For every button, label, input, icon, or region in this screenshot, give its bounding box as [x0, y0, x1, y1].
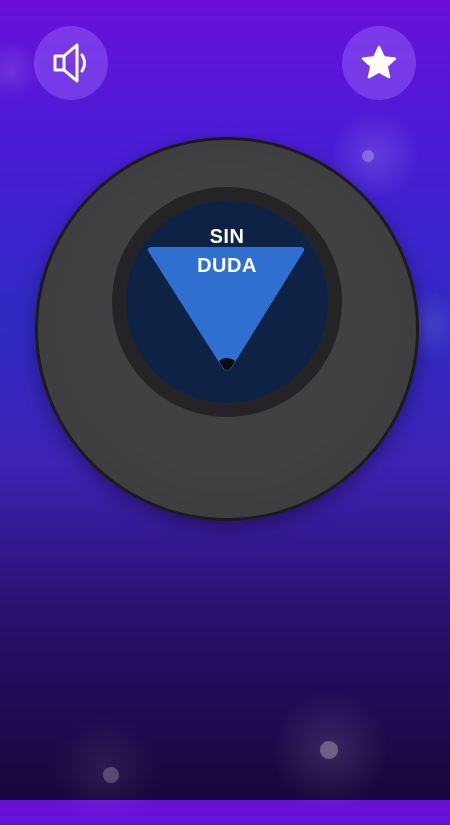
bokeh-light [103, 767, 119, 783]
bokeh-light [320, 741, 338, 759]
magic-8-ball[interactable]: SIN DUDA [35, 137, 419, 521]
bokeh-light [270, 690, 390, 810]
answer-window-ring [112, 187, 342, 417]
answer-line-1: SIN [209, 226, 245, 248]
favorite-button[interactable] [342, 26, 416, 100]
answer-text: SIN DUDA [35, 223, 419, 281]
speaker-icon [49, 41, 93, 85]
answer-line-2: DUDA [197, 255, 257, 277]
star-icon [360, 44, 398, 82]
sound-toggle-button[interactable] [34, 26, 108, 100]
bokeh-light [50, 715, 160, 825]
